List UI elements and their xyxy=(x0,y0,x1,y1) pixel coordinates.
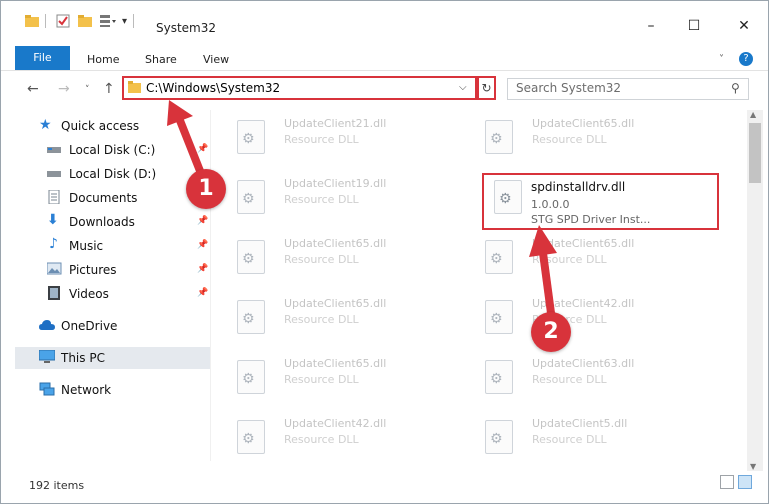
dll-file-icon: ⚙ xyxy=(485,360,513,394)
file-list: ⚙ UpdateClient21.dll Resource DLL ⚙ Upda… xyxy=(212,110,747,461)
tab-home[interactable]: Home xyxy=(87,53,119,66)
pictures-icon xyxy=(47,262,62,275)
properties-icon[interactable] xyxy=(56,14,70,28)
drive-icon xyxy=(47,147,61,153)
drive-icon xyxy=(47,171,61,177)
sidebar-item-videos[interactable]: Videos 📌 xyxy=(15,283,210,305)
scrollbar-thumb[interactable] xyxy=(749,123,761,183)
window-title: System32 xyxy=(156,21,217,35)
dll-file-icon: ⚙ xyxy=(485,120,513,154)
explorer-window: ▾ System32 – ☐ ✕ File Home Share View ˅ … xyxy=(0,0,769,504)
star-icon: ★ xyxy=(39,117,52,133)
list-item[interactable]: ⚙ UpdateClient19.dll Resource DLL xyxy=(212,170,452,222)
address-path[interactable]: C:\Windows\System32 xyxy=(146,81,280,95)
close-button[interactable]: ✕ xyxy=(737,19,751,33)
pin-icon: 📌 xyxy=(197,288,209,298)
dll-file-icon: ⚙ xyxy=(237,360,265,394)
list-item[interactable]: ⚙ UpdateClient65.dll Resource DLL xyxy=(460,110,700,162)
back-button[interactable]: ← xyxy=(27,81,39,97)
item-count: 192 items xyxy=(29,479,85,492)
dll-file-icon: ⚙ xyxy=(485,420,513,454)
quick-access-toolbar: ▾ xyxy=(25,11,140,31)
chevron-down-icon[interactable]: ⌵ xyxy=(459,82,467,93)
sidebar-item-onedrive[interactable]: OneDrive xyxy=(15,315,210,337)
dll-file-icon: ⚙ xyxy=(237,240,265,274)
highlight-box xyxy=(482,173,719,230)
vertical-scrollbar[interactable]: ▲ ▼ xyxy=(747,110,763,471)
list-item[interactable]: ⚙ UpdateClient63.dll Resource DLL xyxy=(460,350,700,402)
search-placeholder[interactable]: Search System32 xyxy=(516,81,621,95)
folder-icon xyxy=(25,15,39,27)
dll-file-icon: ⚙ xyxy=(485,240,513,274)
list-item[interactable]: ⚙ UpdateClient5.dll Resource DLL xyxy=(460,410,700,462)
list-item[interactable]: ⚙ UpdateClient65.dll Resource DLL xyxy=(212,290,452,342)
list-item[interactable]: ⚙ UpdateClient65.dll Resource DLL xyxy=(460,230,700,282)
dll-file-icon: ⚙ xyxy=(237,420,265,454)
tab-file[interactable]: File xyxy=(15,46,70,70)
list-item[interactable]: ⚙ UpdateClient42.dll Resource DLL xyxy=(212,410,452,462)
help-icon[interactable]: ? xyxy=(739,52,753,66)
recent-locations-button[interactable]: ˅ xyxy=(85,85,90,95)
tab-view[interactable]: View xyxy=(203,53,229,66)
folder-icon xyxy=(128,81,141,93)
dll-file-icon: ⚙ xyxy=(237,300,265,334)
videos-icon xyxy=(48,286,60,300)
dll-file-icon: ⚙ xyxy=(237,180,265,214)
title-bar: ▾ System32 – ☐ ✕ xyxy=(1,1,768,39)
forward-button[interactable]: → xyxy=(58,81,70,97)
tab-share[interactable]: Share xyxy=(145,53,177,66)
pin-icon: 📌 xyxy=(197,240,209,250)
refresh-button[interactable]: ↻ xyxy=(477,76,496,100)
music-icon: ♪ xyxy=(49,236,58,252)
pin-icon: 📌 xyxy=(197,216,209,226)
sidebar-item-network[interactable]: Network xyxy=(15,379,210,401)
sidebar-item-music[interactable]: ♪ Music 📌 xyxy=(15,235,210,257)
expand-ribbon-icon[interactable]: ˅ xyxy=(719,54,724,65)
download-icon: ⬇ xyxy=(47,212,59,228)
status-bar: 192 items xyxy=(15,477,755,497)
scroll-down-icon[interactable]: ▼ xyxy=(750,462,756,471)
step-badge-1: 1 xyxy=(186,169,226,209)
dll-file-icon: ⚙ xyxy=(237,120,265,154)
list-item[interactable]: ⚙ UpdateClient65.dll Resource DLL xyxy=(212,230,452,282)
details-view-icon[interactable] xyxy=(720,475,734,489)
list-item[interactable]: ⚙ UpdateClient21.dll Resource DLL xyxy=(212,110,452,162)
customize-toolbar-icon[interactable] xyxy=(100,14,116,28)
pc-icon xyxy=(39,350,55,363)
pin-icon: 📌 xyxy=(197,264,209,274)
maximize-button[interactable]: ☐ xyxy=(687,19,701,33)
dll-file-icon: ⚙ xyxy=(485,300,513,334)
list-item[interactable]: ⚙ UpdateClient65.dll Resource DLL xyxy=(212,350,452,402)
list-item[interactable]: ⚙ UpdateClient42.dll Resource DLL xyxy=(460,290,700,342)
cloud-icon xyxy=(39,320,55,330)
sidebar-item-this-pc[interactable]: This PC xyxy=(15,347,210,369)
new-folder-icon[interactable] xyxy=(78,15,92,27)
step-badge-2: 2 xyxy=(531,312,571,352)
large-icons-view-icon[interactable] xyxy=(738,475,752,489)
minimize-button[interactable]: – xyxy=(644,19,658,33)
sidebar-item-downloads[interactable]: ⬇ Downloads 📌 xyxy=(15,211,210,233)
sidebar-item-pictures[interactable]: Pictures 📌 xyxy=(15,259,210,281)
scroll-up-icon[interactable]: ▲ xyxy=(750,110,756,119)
search-icon[interactable]: ⚲ xyxy=(731,81,740,95)
dropdown-icon[interactable]: ▾ xyxy=(122,16,127,27)
documents-icon xyxy=(48,190,60,204)
up-button[interactable]: ↑ xyxy=(103,81,115,97)
network-icon xyxy=(39,382,55,396)
